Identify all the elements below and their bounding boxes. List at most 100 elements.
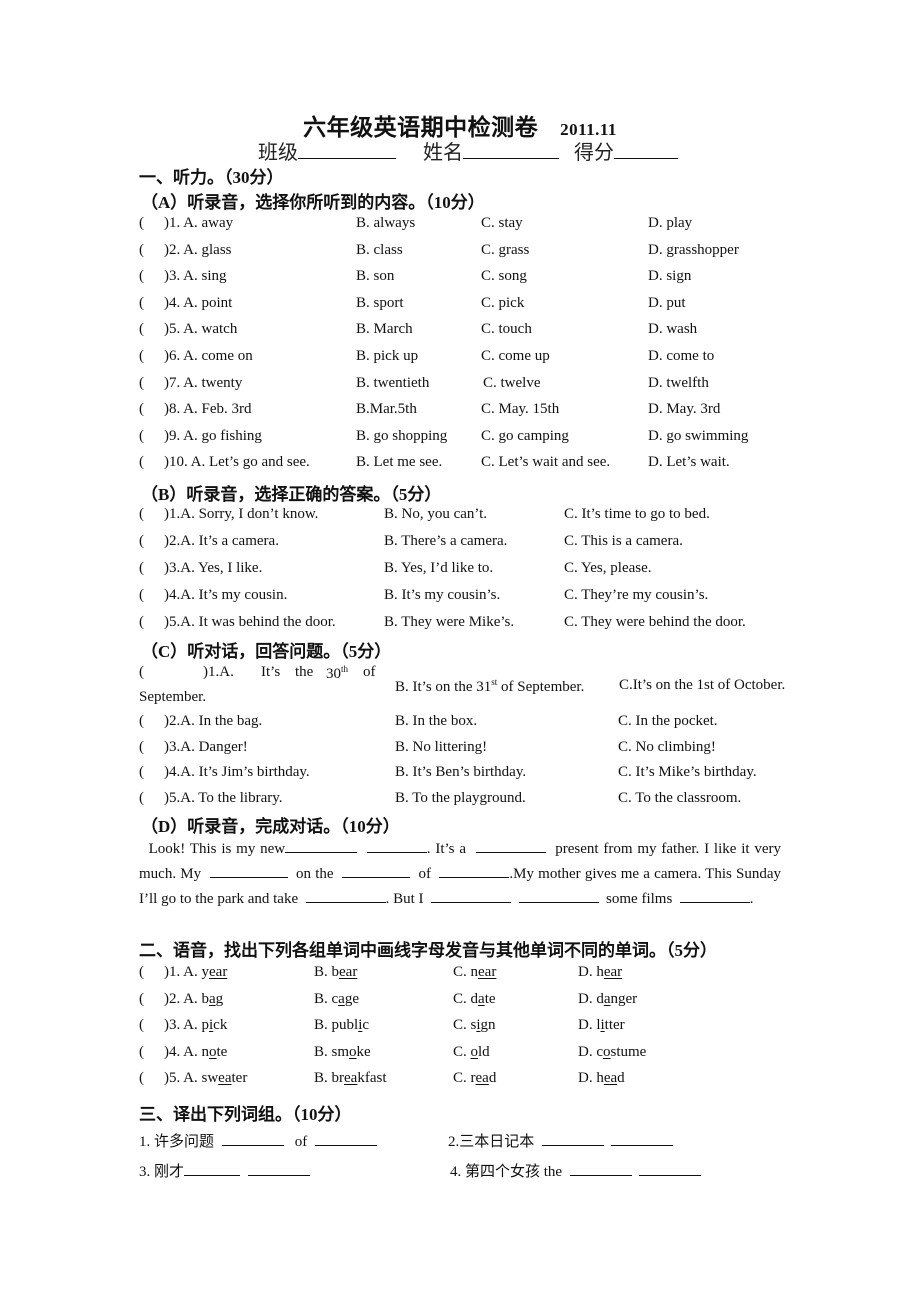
underlined-letters: ea (218, 1070, 232, 1087)
option-c: C. No climbing! (618, 738, 716, 755)
answer-blank[interactable]: ( (139, 401, 144, 418)
answer-blank[interactable]: ( (139, 533, 144, 550)
underlined-letters: ea (344, 1070, 358, 1087)
answer-blank[interactable]: ( (139, 991, 144, 1008)
partD-heading: （D）听录音，完成对话。（10分） (141, 817, 400, 836)
answer-blank[interactable]: ( (139, 375, 144, 392)
option-c: C. read (453, 1070, 497, 1087)
answer-blank[interactable]: ( (139, 348, 144, 365)
option-c: C. To the classroom. (618, 789, 742, 806)
blank[interactable] (475, 838, 546, 853)
blank[interactable] (285, 838, 358, 853)
underlined-letters: ear (478, 964, 497, 980)
option-b: B. There’s a camera. (384, 533, 508, 549)
option-b: B. No, you can’t. (384, 506, 488, 522)
translate-item-2: 2.三本日记本 (448, 1130, 674, 1151)
blank[interactable] (541, 1131, 604, 1146)
answer-blank[interactable]: ( (139, 790, 144, 807)
answer-blank[interactable]: ( (139, 713, 144, 730)
option-d: D. sign (648, 268, 692, 285)
blank[interactable] (518, 888, 599, 903)
answer-blank[interactable]: ( (139, 560, 144, 577)
option-b: B. public (314, 1017, 370, 1034)
answer-blank[interactable]: ( (139, 587, 144, 604)
answer-blank[interactable]: ( (139, 664, 144, 681)
section1-heading: 一、听力。（30分） (139, 168, 284, 187)
option-d: D. twelfth (648, 374, 709, 391)
answer-blank[interactable]: ( (139, 506, 144, 523)
name-label: 姓名 (423, 142, 463, 164)
underlined-letters: a (209, 990, 216, 1007)
option-a: )10. A. Let’s go and see. (164, 454, 310, 471)
blank[interactable] (366, 838, 427, 853)
blank[interactable] (679, 888, 750, 903)
option-a: )4. A. note (164, 1043, 228, 1060)
section2-heading: 二、语音，找出下列各组单词中画线字母发音与其他单词不同的单词。（5分） (139, 941, 717, 960)
option-c: C. stay (481, 215, 523, 231)
option-a: )9. A. go fishing (164, 427, 262, 444)
blank[interactable] (342, 863, 410, 878)
blank[interactable] (639, 1161, 702, 1176)
underlined-letters: o (470, 1043, 479, 1060)
answer-blank[interactable]: ( (139, 321, 144, 338)
option-a: )3. A. sing (164, 268, 227, 285)
option-d: D. costume (578, 1043, 647, 1060)
answer-blank[interactable]: ( (139, 215, 144, 232)
option-a: )5.A. It was behind the door. (164, 614, 336, 630)
answer-blank[interactable]: ( (139, 1017, 144, 1034)
answer-blank[interactable]: ( (139, 614, 144, 631)
answer-blank[interactable]: ( (139, 1044, 144, 1061)
option-b: B. To the playground. (395, 789, 526, 806)
blank[interactable] (209, 863, 288, 878)
blank[interactable] (305, 888, 386, 903)
answer-blank[interactable]: ( (139, 764, 144, 781)
partB-heading: （B）听录音，选择正确的答案。（5分） (141, 485, 442, 504)
option-a: )5. A. watch (164, 321, 238, 338)
option-c: C. touch (481, 321, 532, 338)
option-d: D. hear (578, 964, 623, 980)
answer-blank[interactable]: ( (139, 964, 144, 981)
option-a: )3.A. Danger! (164, 738, 248, 755)
option-c: C. They’re my cousin’s. (564, 587, 709, 603)
option-a: )7. A. twenty (164, 374, 243, 391)
blank[interactable] (184, 1161, 241, 1176)
name-field[interactable] (463, 140, 559, 159)
option-c: C. Let’s wait and see. (481, 454, 611, 471)
answer-blank[interactable]: ( (139, 739, 144, 756)
class-field[interactable] (298, 140, 396, 159)
option-a: )2.A. It’s a camera. (164, 533, 279, 549)
option-d: D. Let’s wait. (648, 454, 730, 471)
blank[interactable] (611, 1131, 674, 1146)
option-c: C. go camping (481, 427, 569, 444)
option-a: )4. A. point (164, 294, 233, 311)
option-b: B. sport (356, 294, 404, 311)
underlined-letters: o (349, 1043, 357, 1060)
answer-blank[interactable]: ( (139, 242, 144, 259)
blank[interactable] (247, 1161, 310, 1176)
option-d: D. play (648, 215, 693, 231)
option-b: B. Let me see. (356, 454, 443, 471)
section3-heading: 三、译出下列词组。（10分） (139, 1105, 352, 1124)
answer-blank[interactable]: ( (139, 295, 144, 312)
partC-question-1: ( )1.A. It’s the 30th of (139, 664, 376, 682)
option-b: B. bear (314, 964, 358, 980)
blank[interactable] (221, 1131, 284, 1146)
option-d: D. go swimming (648, 427, 749, 444)
option-a: )2. A. glass (164, 241, 232, 258)
option-c: C. near (453, 964, 497, 980)
option-b: B. twentieth (356, 374, 430, 391)
score-field[interactable] (614, 140, 678, 159)
underlined-letters: a (603, 990, 611, 1007)
answer-blank[interactable]: ( (139, 454, 144, 471)
option-d: D. litter (578, 1017, 625, 1034)
blank[interactable] (439, 863, 510, 878)
answer-blank[interactable]: ( (139, 428, 144, 445)
option-c: C. This is a camera. (564, 533, 683, 549)
answer-blank[interactable]: ( (139, 1070, 144, 1087)
blank[interactable] (314, 1131, 377, 1146)
answer-blank[interactable]: ( (139, 268, 144, 285)
blank[interactable] (431, 888, 512, 903)
option-b: B. son (356, 268, 395, 285)
option-c: C. sign (453, 1017, 496, 1034)
blank[interactable] (569, 1161, 632, 1176)
